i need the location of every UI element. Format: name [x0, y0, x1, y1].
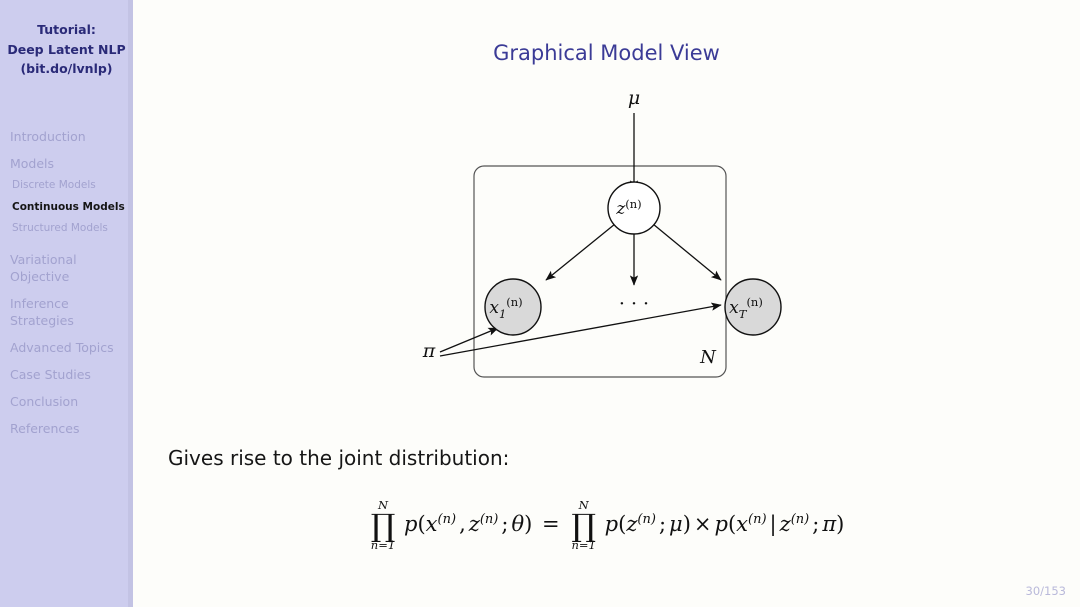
presentation-title-line-2: Deep Latent NLP [7, 41, 126, 57]
sidebar-navigation: Tutorial: Deep Latent NLP (bit.do/lvnlp)… [0, 0, 133, 607]
sidebar-item-introduction[interactable]: Introduction [0, 128, 133, 145]
node-pi-label: π [422, 340, 436, 362]
edge-pi-to-xT [439, 302, 722, 357]
sidebar-item-references[interactable]: References [0, 420, 133, 437]
sidebar-subitem-discrete-models[interactable]: Discrete Models [0, 175, 133, 197]
joint-distribution-formula: N ∏ n=1 p(x(n), z(n); θ) = N ∏ n=1 p(z(n);… [133, 499, 1080, 552]
product-operator-lhs: N ∏ n=1 [370, 499, 396, 552]
edge-z-to-xT [652, 223, 722, 281]
sidebar-item-variational-objective[interactable]: Variational Objective [0, 251, 133, 285]
sidebar-item-variational-objective-label: Variational Objective [10, 251, 77, 284]
sidebar-subitem-continuous-models[interactable]: Continuous Models [0, 197, 133, 219]
sidebar-section-list: Introduction Models Discrete Models Cont… [0, 128, 133, 447]
edge-pi-to-x1 [439, 327, 499, 353]
equals-sign: = [542, 512, 560, 537]
sidebar-subitem-structured-models[interactable]: Structured Models [0, 218, 133, 240]
sidebar-item-inference-strategies-label: Inference Strategies [10, 295, 74, 328]
plate-rectangle [473, 165, 727, 378]
formula-expression: N ∏ n=1 p(x(n), z(n); θ) = N ∏ n=1 p(z(n);… [369, 499, 845, 552]
sidebar-item-inference-strategies[interactable]: Inference Strategies [0, 295, 133, 329]
slide-content: Graphical Model View N μ π z(n) x1(n) · … [133, 0, 1080, 607]
product-lower-limit-rhs: n=1 [571, 537, 596, 552]
sidebar-item-advanced-topics[interactable]: Advanced Topics [0, 339, 133, 356]
diagram-ellipsis: · · · [619, 293, 649, 315]
edge-z-to-x1 [545, 223, 616, 281]
presentation-title-line-3: (bit.do/lvnlp) [20, 61, 113, 76]
page-number: 30/153 [1025, 584, 1066, 598]
node-mu-label: μ [628, 87, 640, 109]
plate-label-N: N [699, 347, 717, 368]
product-operator-rhs: N ∏ n=1 [571, 499, 596, 552]
formula-lhs-expression: p(x(n), z(n); θ) [404, 512, 533, 537]
formula-rhs-expression: p(z(n); μ) × p(x(n) | z(n); π) [604, 512, 845, 537]
presentation-title: Tutorial: Deep Latent NLP (bit.do/lvnlp) [0, 20, 133, 79]
sidebar-item-conclusion[interactable]: Conclusion [0, 393, 133, 410]
product-symbol-rhs: ∏ [571, 507, 596, 544]
page-title: Graphical Model View [493, 41, 720, 65]
product-lower-limit-lhs: n=1 [370, 537, 396, 552]
body-text: Gives rise to the joint distribution: [168, 446, 510, 470]
product-symbol-lhs: ∏ [370, 507, 396, 544]
graphical-model-diagram: N μ π z(n) x1(n) · · · xT(n) [403, 80, 873, 404]
presentation-title-line-1: Tutorial: [37, 22, 96, 37]
sidebar-item-models[interactable]: Models [0, 155, 133, 172]
sidebar-item-case-studies[interactable]: Case Studies [0, 366, 133, 383]
